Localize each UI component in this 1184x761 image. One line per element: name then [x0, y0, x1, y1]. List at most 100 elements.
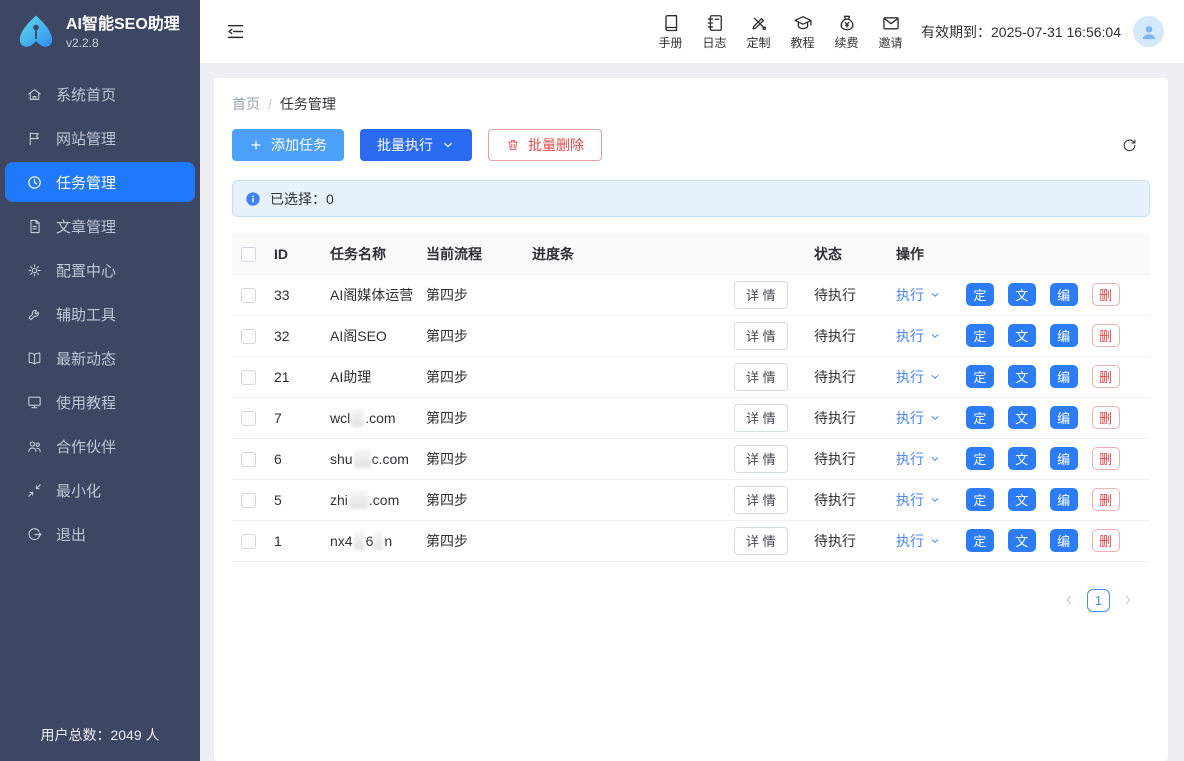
detail-button[interactable]: 详 情: [734, 486, 788, 514]
action-bian-button[interactable]: 编: [1050, 447, 1078, 470]
row-checkbox[interactable]: [241, 534, 256, 549]
action-bian-button[interactable]: 编: [1050, 406, 1078, 429]
task-status: 待执行: [808, 397, 890, 438]
cap-icon: [793, 13, 813, 33]
topbar-item-moneybag[interactable]: 续费: [830, 13, 863, 51]
topbar-item-journal[interactable]: 日志: [698, 13, 731, 51]
action-ding-button[interactable]: 定: [966, 447, 994, 470]
action-ding-button[interactable]: 定: [966, 488, 994, 511]
action-ding-button[interactable]: 定: [966, 283, 994, 306]
topbar-item-mail[interactable]: 邀请: [874, 13, 907, 51]
sidebar-item-label: 合作伙伴: [56, 436, 116, 457]
action-delete-button[interactable]: 删: [1092, 324, 1120, 347]
row-checkbox[interactable]: [241, 288, 256, 303]
sidebar-item-minimize[interactable]: 最小化: [5, 470, 195, 510]
detail-button[interactable]: 详 情: [734, 363, 788, 391]
topbar-item-tools[interactable]: 定制: [742, 13, 775, 51]
detail-button[interactable]: 详 情: [734, 404, 788, 432]
action-delete-button[interactable]: 删: [1092, 447, 1120, 470]
action-delete-button[interactable]: 删: [1092, 529, 1120, 552]
action-bian-button[interactable]: 编: [1050, 365, 1078, 388]
table-row: 33 AI阁媒体运营 第四步 详 情 待执行 执行 定 文 编 删: [232, 274, 1150, 315]
topbar-item-cap[interactable]: 教程: [786, 13, 819, 51]
task-id: 32: [268, 315, 324, 356]
sidebar-item-label: 系统首页: [56, 84, 116, 105]
action-ding-button[interactable]: 定: [966, 324, 994, 347]
action-bian-button[interactable]: 编: [1050, 529, 1078, 552]
action-wen-button[interactable]: 文: [1008, 283, 1036, 306]
sidebar-item-gear[interactable]: 配置中心: [5, 250, 195, 290]
sidebar-item-label: 辅助工具: [56, 304, 116, 325]
prev-page-icon[interactable]: [1062, 593, 1076, 607]
sidebar-item-logout[interactable]: 退出: [5, 514, 195, 554]
action-wen-button[interactable]: 文: [1008, 406, 1036, 429]
monitor-icon: [26, 394, 43, 411]
next-page-icon[interactable]: [1121, 593, 1135, 607]
news-icon: [26, 350, 43, 367]
exec-dropdown[interactable]: 执行: [896, 449, 941, 469]
sidebar-item-site[interactable]: 网站管理: [5, 118, 195, 158]
breadcrumb-home[interactable]: 首页: [232, 94, 260, 114]
task-id: 5: [268, 479, 324, 520]
action-wen-button[interactable]: 文: [1008, 447, 1036, 470]
exec-dropdown[interactable]: 执行: [896, 326, 941, 346]
refresh-icon[interactable]: [1121, 137, 1138, 154]
row-checkbox[interactable]: [241, 329, 256, 344]
row-checkbox[interactable]: [241, 370, 256, 385]
censored-text: [354, 449, 371, 468]
action-delete-button[interactable]: 删: [1092, 406, 1120, 429]
detail-button[interactable]: 详 情: [734, 281, 788, 309]
detail-button[interactable]: 详 情: [734, 322, 788, 350]
task-name-text: AI助理: [330, 369, 371, 385]
batch-exec-button[interactable]: 批量执行: [360, 129, 472, 161]
task-actions: 执行 定 文 编 删: [890, 479, 1150, 520]
action-wen-button[interactable]: 文: [1008, 529, 1036, 552]
action-delete-button[interactable]: 删: [1092, 365, 1120, 388]
exec-dropdown[interactable]: 执行: [896, 367, 941, 387]
sidebar-collapse-icon[interactable]: [225, 21, 246, 42]
minimize-icon: [26, 482, 43, 499]
column-header: 状态: [808, 234, 890, 274]
detail-button[interactable]: 详 情: [734, 527, 788, 555]
exec-dropdown[interactable]: 执行: [896, 285, 941, 305]
sidebar-item-news[interactable]: 最新动态: [5, 338, 195, 378]
add-task-button[interactable]: 添加任务: [232, 129, 344, 161]
sidebar-item-home[interactable]: 系统首页: [5, 74, 195, 114]
detail-button[interactable]: 详 情: [734, 445, 788, 473]
person-icon: [1139, 22, 1159, 42]
select-all-checkbox[interactable]: [241, 247, 256, 262]
user-avatar[interactable]: [1133, 16, 1164, 47]
sidebar-item-label: 配置中心: [56, 260, 116, 281]
site-icon: [26, 130, 43, 147]
pagination: 1: [232, 589, 1150, 612]
sidebar-nav: 系统首页网站管理任务管理文章管理配置中心辅助工具最新动态使用教程合作伙伴最小化退…: [0, 70, 200, 713]
sidebar-item-monitor[interactable]: 使用教程: [5, 382, 195, 422]
row-checkbox[interactable]: [241, 411, 256, 426]
action-wen-button[interactable]: 文: [1008, 324, 1036, 347]
exec-dropdown[interactable]: 执行: [896, 531, 941, 551]
exec-dropdown[interactable]: 执行: [896, 490, 941, 510]
sidebar-item-clock[interactable]: 任务管理: [5, 162, 195, 202]
action-wen-button[interactable]: 文: [1008, 488, 1036, 511]
action-delete-button[interactable]: 删: [1092, 488, 1120, 511]
task-table: ID任务名称当前流程进度条状态操作 33 AI阁媒体运营 第四步 详 情 待执行…: [232, 234, 1150, 562]
selection-alert: 已选择：0: [232, 180, 1150, 217]
action-ding-button[interactable]: 定: [966, 529, 994, 552]
sidebar-item-wrench[interactable]: 辅助工具: [5, 294, 195, 334]
sidebar-item-partners[interactable]: 合作伙伴: [5, 426, 195, 466]
exec-dropdown[interactable]: 执行: [896, 408, 941, 428]
page-number[interactable]: 1: [1087, 589, 1110, 612]
action-delete-button[interactable]: 删: [1092, 283, 1120, 306]
row-checkbox[interactable]: [241, 493, 256, 508]
batch-delete-button[interactable]: 批量删除: [488, 129, 602, 161]
task-name-text: shu: [330, 451, 353, 467]
action-bian-button[interactable]: 编: [1050, 283, 1078, 306]
action-bian-button[interactable]: 编: [1050, 324, 1078, 347]
sidebar-item-article[interactable]: 文章管理: [5, 206, 195, 246]
action-ding-button[interactable]: 定: [966, 406, 994, 429]
row-checkbox[interactable]: [241, 452, 256, 467]
action-ding-button[interactable]: 定: [966, 365, 994, 388]
action-bian-button[interactable]: 编: [1050, 488, 1078, 511]
topbar-item-book[interactable]: 手册: [654, 13, 687, 51]
action-wen-button[interactable]: 文: [1008, 365, 1036, 388]
